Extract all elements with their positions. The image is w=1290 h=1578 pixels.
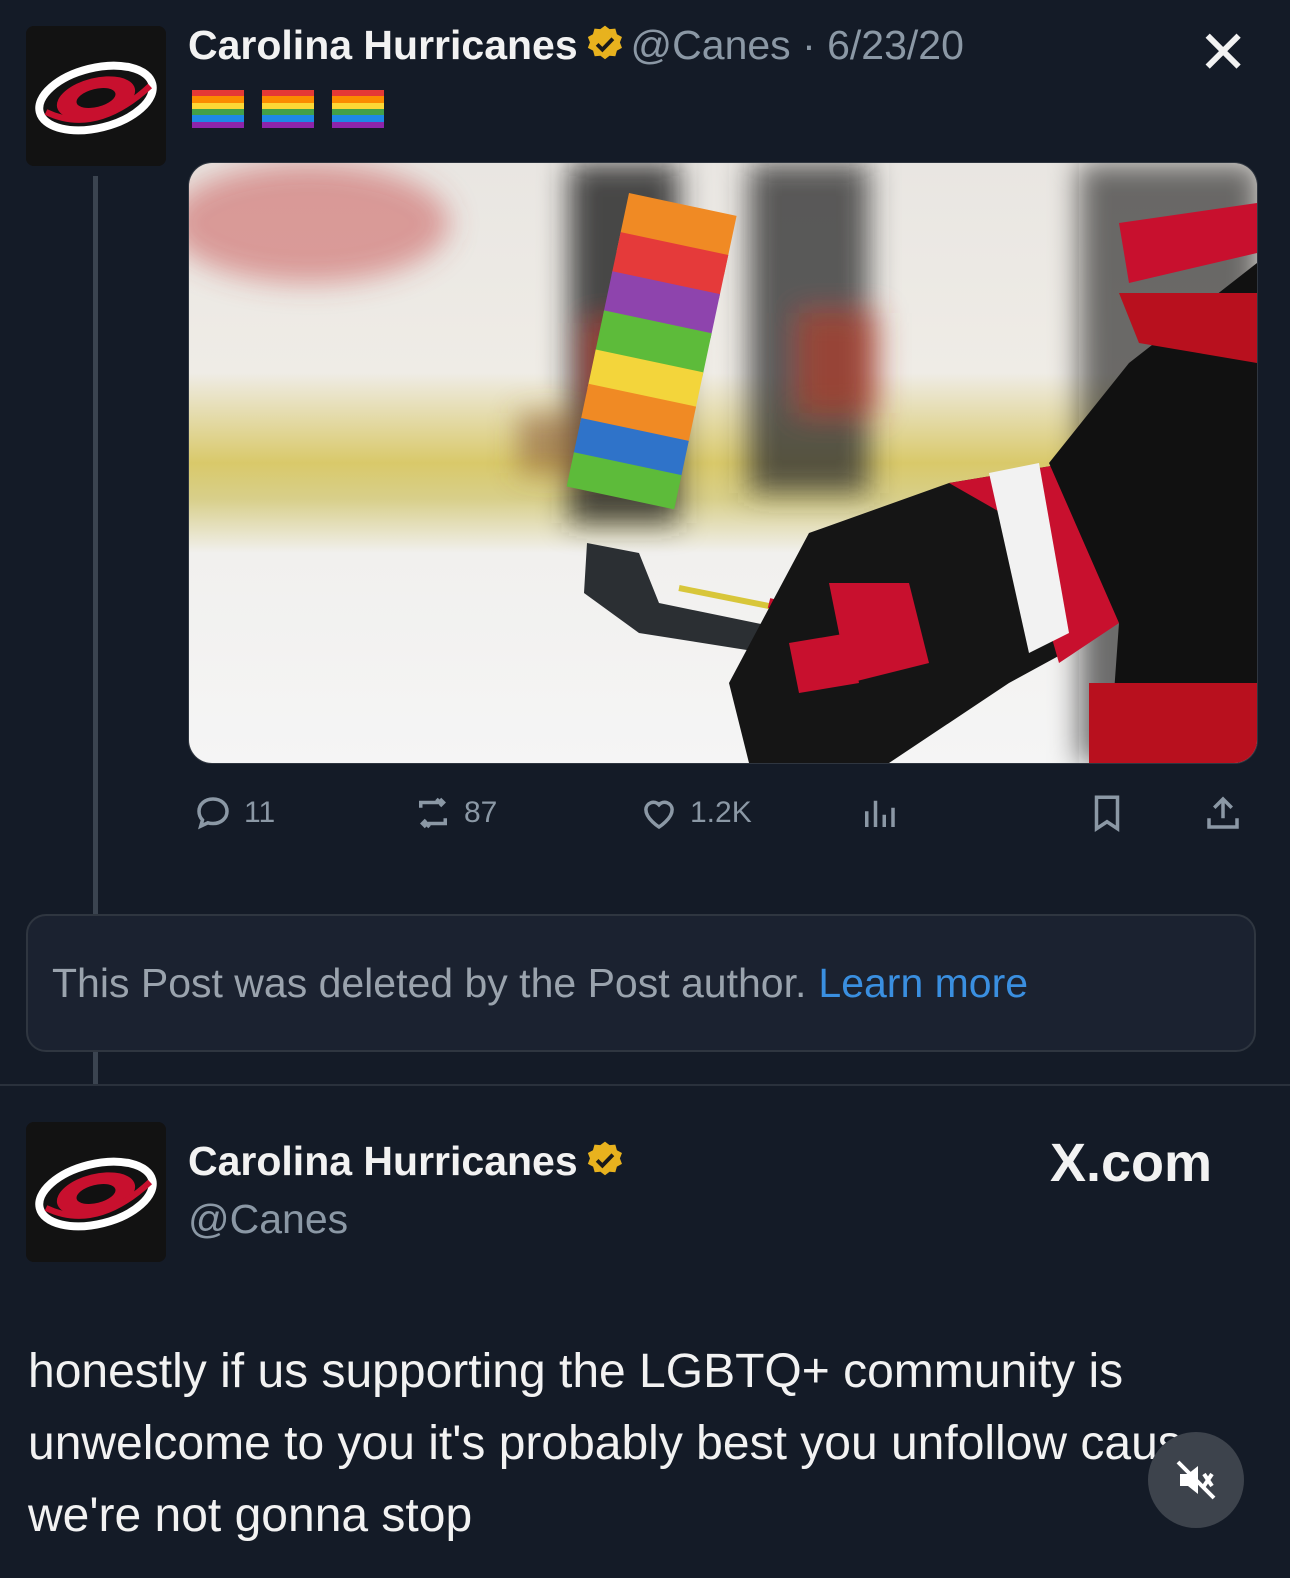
share-button[interactable] bbox=[1202, 792, 1244, 834]
avatar[interactable] bbox=[26, 26, 166, 166]
repost-icon bbox=[419, 797, 447, 829]
post-header: Carolina Hurricanes bbox=[188, 1138, 626, 1185]
share-icon bbox=[1207, 796, 1239, 829]
hurricanes-logo-icon bbox=[26, 26, 166, 166]
hockey-stick-photo bbox=[189, 163, 1257, 763]
divider bbox=[0, 1084, 1290, 1086]
rainbow-flag-icon bbox=[332, 90, 384, 128]
deleted-post-notice: This Post was deleted by the Post author… bbox=[26, 914, 1256, 1052]
post-header: Carolina Hurricanes @Canes · 6/23/20 bbox=[188, 22, 964, 69]
muted-speaker-icon bbox=[1176, 1460, 1216, 1500]
like-button[interactable]: 1.2K bbox=[638, 792, 752, 834]
deleted-notice-text: This Post was deleted by the Post author… bbox=[52, 959, 807, 1006]
mute-button[interactable] bbox=[1148, 1432, 1244, 1528]
heart-icon bbox=[644, 800, 674, 830]
learn-more-link[interactable]: Learn more bbox=[818, 960, 1028, 1007]
emoji-flags bbox=[192, 90, 384, 128]
avatar[interactable] bbox=[26, 1122, 166, 1262]
rainbow-flag-icon bbox=[192, 90, 244, 128]
repost-count: 87 bbox=[464, 796, 498, 829]
handle-date[interactable]: @Canes · 6/23/20 bbox=[631, 22, 964, 68]
views-button[interactable] bbox=[858, 792, 900, 834]
hurricanes-logo-icon bbox=[26, 1122, 166, 1262]
close-icon[interactable]: ✕ bbox=[1198, 18, 1248, 88]
post-media[interactable] bbox=[188, 162, 1258, 764]
verified-badge-icon bbox=[587, 1141, 623, 1176]
bar-chart-icon bbox=[865, 800, 895, 827]
verified-badge-icon bbox=[587, 25, 623, 60]
thread-line bbox=[93, 176, 98, 914]
handle[interactable]: @Canes bbox=[188, 1196, 348, 1243]
repost-button[interactable]: 87 bbox=[412, 792, 497, 834]
brand-label: X.com bbox=[1050, 1133, 1213, 1193]
post-text: honestly if us supporting the LGBTQ+ com… bbox=[28, 1345, 1209, 1542]
rainbow-flag-icon bbox=[262, 90, 314, 128]
author-name[interactable]: Carolina Hurricanes bbox=[188, 22, 578, 68]
like-count: 1.2K bbox=[690, 796, 752, 829]
author-name[interactable]: Carolina Hurricanes bbox=[188, 1138, 578, 1184]
reply-button[interactable]: 11 bbox=[192, 792, 275, 834]
reply-count: 11 bbox=[244, 796, 276, 829]
reply-icon bbox=[197, 797, 229, 830]
bookmark-icon bbox=[1094, 795, 1120, 833]
thread-line bbox=[93, 1052, 98, 1084]
bookmark-button[interactable] bbox=[1086, 792, 1128, 834]
